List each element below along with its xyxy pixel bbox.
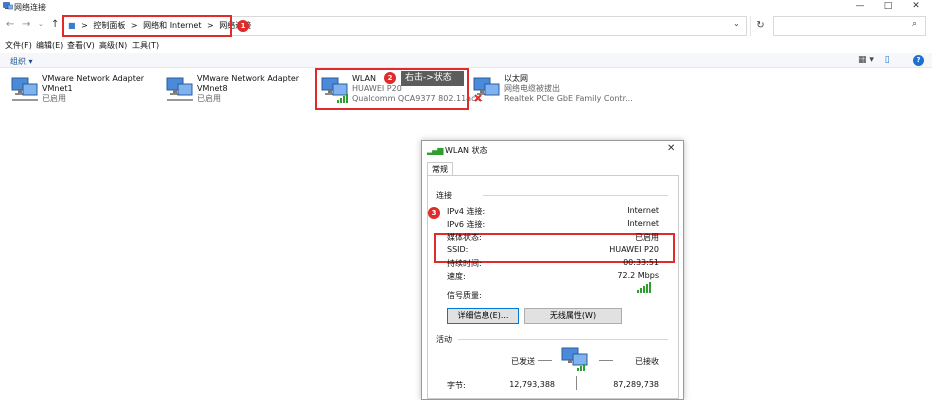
search-input[interactable] xyxy=(773,16,926,36)
adapter-name: 以太网 xyxy=(504,74,528,83)
bytes-sent-value: 12,793,388 xyxy=(509,380,555,389)
step-badge-1: 1 xyxy=(237,20,249,32)
forward-arrow-icon[interactable]: → xyxy=(22,19,30,30)
maximize-button[interactable]: □ xyxy=(874,0,902,14)
title-bar xyxy=(0,0,932,14)
adapter-status: 已启用 xyxy=(197,94,221,103)
recent-dropdown-icon[interactable]: ⌄ xyxy=(38,20,44,28)
network-activity-icon xyxy=(561,347,588,371)
search-icon[interactable]: ⌕ xyxy=(912,19,917,29)
view-toggle-icon[interactable]: ▦ ▾ xyxy=(858,55,874,65)
adapter-status: 已启用 xyxy=(42,94,66,103)
section-divider xyxy=(483,195,668,196)
adapter-vmnet8[interactable]: VMware Network Adapter VMnet8 已启用 xyxy=(165,72,325,108)
adapter-name: VMware Network Adapter xyxy=(42,74,145,83)
tab-general[interactable]: 常规 xyxy=(427,162,453,176)
window-title: 网络连接 xyxy=(14,3,46,12)
organize-button[interactable]: 组织 ▾ xyxy=(10,56,33,67)
minimize-button[interactable]: — xyxy=(846,0,874,14)
up-arrow-icon[interactable]: ↑ xyxy=(51,19,59,30)
dialog-title: WLAN 状态 xyxy=(445,146,488,155)
menu-advanced[interactable]: 高级(N) xyxy=(99,40,127,51)
general-pane: 连接 IPv4 连接: Internet IPv6 连接: Internet 媒… xyxy=(427,175,679,399)
wireless-properties-button[interactable]: 无线属性(W) xyxy=(524,308,622,324)
close-button[interactable]: ✕ xyxy=(902,0,930,14)
ipv4-label: IPv4 连接: xyxy=(447,207,486,216)
speed-label: 速度: xyxy=(447,272,466,281)
bytes-received-value: 87,289,738 xyxy=(613,380,659,389)
details-button[interactable]: 详细信息(E)... xyxy=(447,308,519,324)
connection-section-title: 连接 xyxy=(436,191,452,200)
command-toolbar xyxy=(0,53,932,68)
sent-label: 已发送 xyxy=(511,357,535,366)
ethernet-adapter-icon xyxy=(473,77,500,102)
refresh-icon[interactable]: ↻ xyxy=(750,16,770,36)
adapter-network: VMnet1 xyxy=(42,84,73,93)
menu-edit[interactable]: 编辑(E) xyxy=(36,40,63,51)
back-arrow-icon[interactable]: ← xyxy=(6,19,14,30)
activity-section-title: 活动 xyxy=(436,335,452,344)
right-click-tooltip: 右击->状态 xyxy=(401,71,464,86)
received-label: 已接收 xyxy=(635,357,659,366)
step-badge-2: 2 xyxy=(384,72,396,84)
ipv6-label: IPv6 连接: xyxy=(447,220,486,229)
dialog-close-icon[interactable]: ✕ xyxy=(667,143,675,154)
menu-file[interactable]: 文件(F) xyxy=(5,40,32,51)
menu-tools[interactable]: 工具(T) xyxy=(132,40,159,51)
speed-value: 72.2 Mbps xyxy=(617,271,659,280)
network-icon xyxy=(3,2,13,10)
adapter-network: VMnet8 xyxy=(197,84,228,93)
ssid-value: HUAWEI P20 xyxy=(609,245,659,254)
duration-label: 持续时间: xyxy=(447,259,482,268)
signal-quality-label: 信号质量: xyxy=(447,291,482,300)
duration-value: 00:33:51 xyxy=(623,258,659,267)
section-divider xyxy=(458,339,668,340)
signal-bars-icon xyxy=(637,282,651,293)
address-highlight-box xyxy=(62,15,232,37)
adapter-name: VMware Network Adapter xyxy=(197,74,300,83)
help-icon[interactable]: ? xyxy=(913,55,924,66)
adapter-vmnet1[interactable]: VMware Network Adapter VMnet1 已启用 xyxy=(10,72,170,108)
network-adapter-icon xyxy=(11,77,38,101)
adapter-device: Realtek PCIe GbE Family Contr... xyxy=(504,94,633,103)
received-line xyxy=(599,360,613,361)
media-state-value: 已启用 xyxy=(635,233,659,242)
signal-icon: ▂▄▆ xyxy=(427,146,444,155)
sent-line xyxy=(538,360,552,361)
step-badge-3: 3 xyxy=(428,207,440,219)
wlan-status-dialog: ▂▄▆ WLAN 状态 ✕ 常规 连接 IPv4 连接: Internet IP… xyxy=(421,140,684,400)
ipv4-value: Internet xyxy=(627,206,659,215)
explorer-window: 网络连接 — □ ✕ ← → ⌄ ↑ ■ > 控制面板 > 网络和 Intern… xyxy=(0,0,932,400)
adapter-status: 网络电缆被拔出 xyxy=(504,84,560,93)
preview-pane-icon[interactable]: ▯ xyxy=(885,55,890,65)
view-options: ▦ ▾ ▯ xyxy=(858,55,890,65)
ssid-label: SSID: xyxy=(447,245,469,254)
network-adapter-icon xyxy=(166,77,193,101)
ipv6-value: Internet xyxy=(627,219,659,228)
menu-view[interactable]: 查看(V) xyxy=(67,40,95,51)
media-state-label: 媒体状态: xyxy=(447,233,482,242)
adapter-ethernet[interactable]: 以太网 网络电缆被拔出 Realtek PCIe GbE Family Cont… xyxy=(472,72,633,108)
address-dropdown-icon[interactable]: ⌄ xyxy=(733,19,740,28)
